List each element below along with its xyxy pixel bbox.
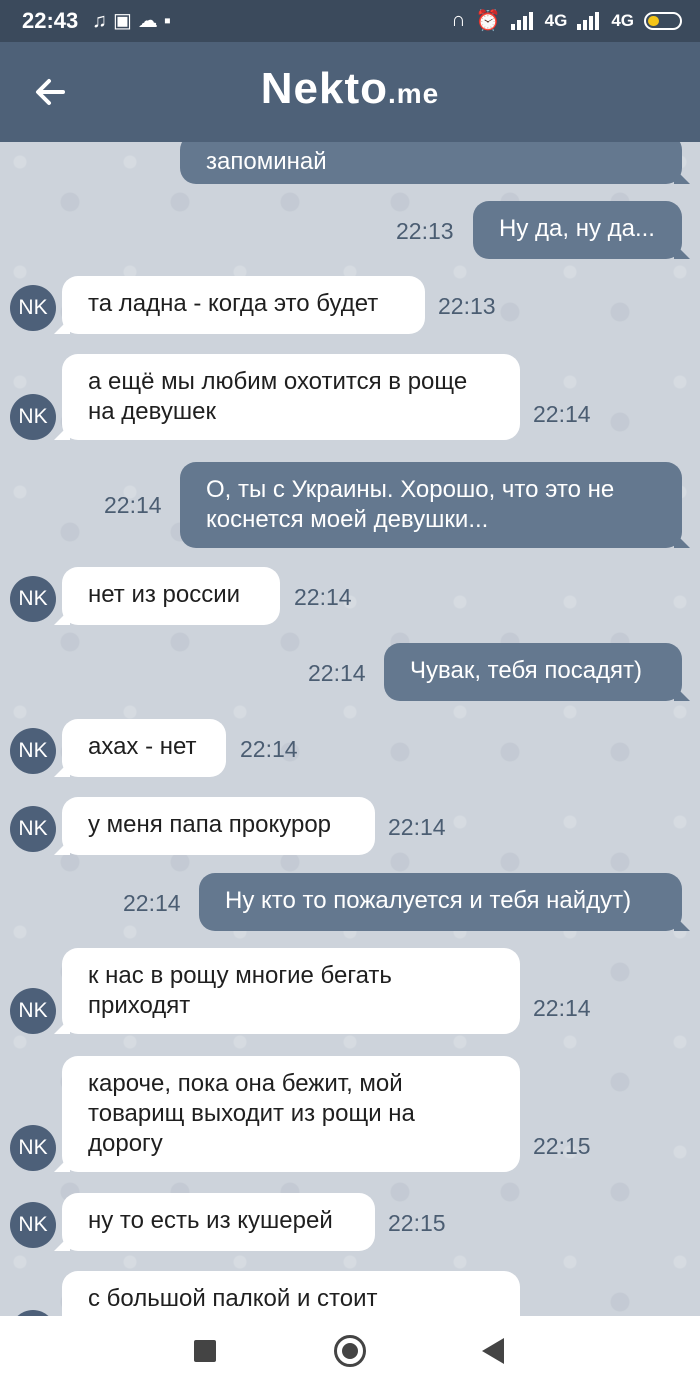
message-time: 22:15 [533,1133,591,1159]
music-icon: ♫ [92,10,113,32]
triangle-back-icon[interactable] [482,1338,504,1364]
message-bubble-incoming: к нас в рощу многие бегать приходят [62,948,520,1034]
app-header: Nekto.me [0,42,700,142]
network-type: 4G [611,10,634,30]
message-bubble-incoming: а ещё мы любим охотится в роще на девуше… [62,354,520,440]
chat-area[interactable]: запоминай 22:13 Ну да, ну да... NK та ла… [0,142,700,1316]
message-text: Ну да, ну да... [499,215,655,242]
battery-icon [644,11,682,30]
message-text: а ещё мы любим охотится в роще на девуше… [88,368,468,425]
avatar[interactable]: NK [10,728,56,774]
notification-icons: ♫▣☁▪ [92,8,177,33]
message-text: с большой палкой и стоит [88,1285,378,1312]
app-logo: Nekto.me [0,64,700,114]
signal-icon [510,11,535,30]
message-bubble-outgoing: запоминай [180,142,682,184]
message-bubble-incoming: та ладна - когда это будет [62,276,425,334]
network-type: 4G [544,10,568,30]
navigation-bar [0,1316,700,1400]
brand-suffix: .me [388,78,440,109]
avatar[interactable]: NK [10,576,56,622]
avatar[interactable]: NK [10,394,56,440]
message-text: нет из россии [88,581,241,608]
message-text: Ну кто то пожалуется и тебя найдут) [225,887,632,914]
circle-icon[interactable] [334,1335,366,1367]
message-time: 22:14 [104,492,162,518]
status-right: ∩ ⏰ 4G 4G [451,8,682,33]
message-bubble-outgoing: Ну кто то пожалуется и тебя найдут) [199,873,682,931]
avatar[interactable]: NK [10,1202,56,1248]
message-time: 22:14 [533,995,591,1021]
taxi-icon: ▪ [163,10,177,32]
message-time: 22:13 [438,293,496,319]
avatar[interactable]: NK [10,285,56,331]
message-bubble-incoming: с большой палкой и стоит [62,1271,520,1316]
message-time: 22:14 [533,401,591,427]
signal-icon [577,11,601,30]
message-text: у меня папа прокурор [88,811,332,838]
avatar[interactable]: NK [10,988,56,1034]
message-time: 22:14 [123,890,181,916]
message-bubble-incoming: ахах - нет [62,719,226,777]
message-time: 22:13 [396,218,454,244]
message-bubble-outgoing: Чувак, тебя посадят) [384,643,682,701]
avatar[interactable]: NK [10,1125,56,1171]
message-text: ахах - нет [88,733,197,760]
cloud-icon: ☁ [137,10,164,32]
message-bubble-incoming: у меня папа прокурор [62,797,375,855]
message-bubble-incoming: кароче, пока она бежит, мой товарищ выхо… [62,1056,520,1172]
message-bubble-outgoing: Ну да, ну да... [473,201,682,259]
message-time: 22:14 [294,584,352,610]
message-time: 22:14 [308,660,366,686]
headphones-icon: ∩ [451,9,466,31]
status-bar: 22:43 ♫▣☁▪ ∩ ⏰ 4G 4G [0,0,700,42]
message-bubble-incoming: ну то есть из кушерей [62,1193,375,1251]
message-time: 22:14 [388,814,446,840]
avatar[interactable]: NK [10,806,56,852]
message-bubble-outgoing: О, ты с Украины. Хорошо, что это не косн… [180,462,682,548]
message-time: 22:15 [388,1210,446,1236]
message-time: 22:14 [240,736,298,762]
status-time: 22:43 [22,8,79,33]
message-text: к нас в рощу многие бегать приходят [88,962,392,1019]
message-icon: ▣ [113,10,138,32]
message-text: ну то есть из кушерей [88,1207,333,1234]
message-text: та ладна - когда это будет [88,290,379,317]
square-icon[interactable] [194,1340,216,1362]
message-text: О, ты с Украины. Хорошо, что это не косн… [206,476,615,533]
message-text: Чувак, тебя посадят) [410,657,643,684]
brand-title: Nekto [260,64,388,113]
alarm-icon: ⏰ [475,10,501,32]
message-bubble-incoming: нет из россии [62,567,280,625]
message-text: кароче, пока она бежит, мой товарищ выхо… [88,1070,415,1157]
message-text: запоминай [206,148,327,175]
